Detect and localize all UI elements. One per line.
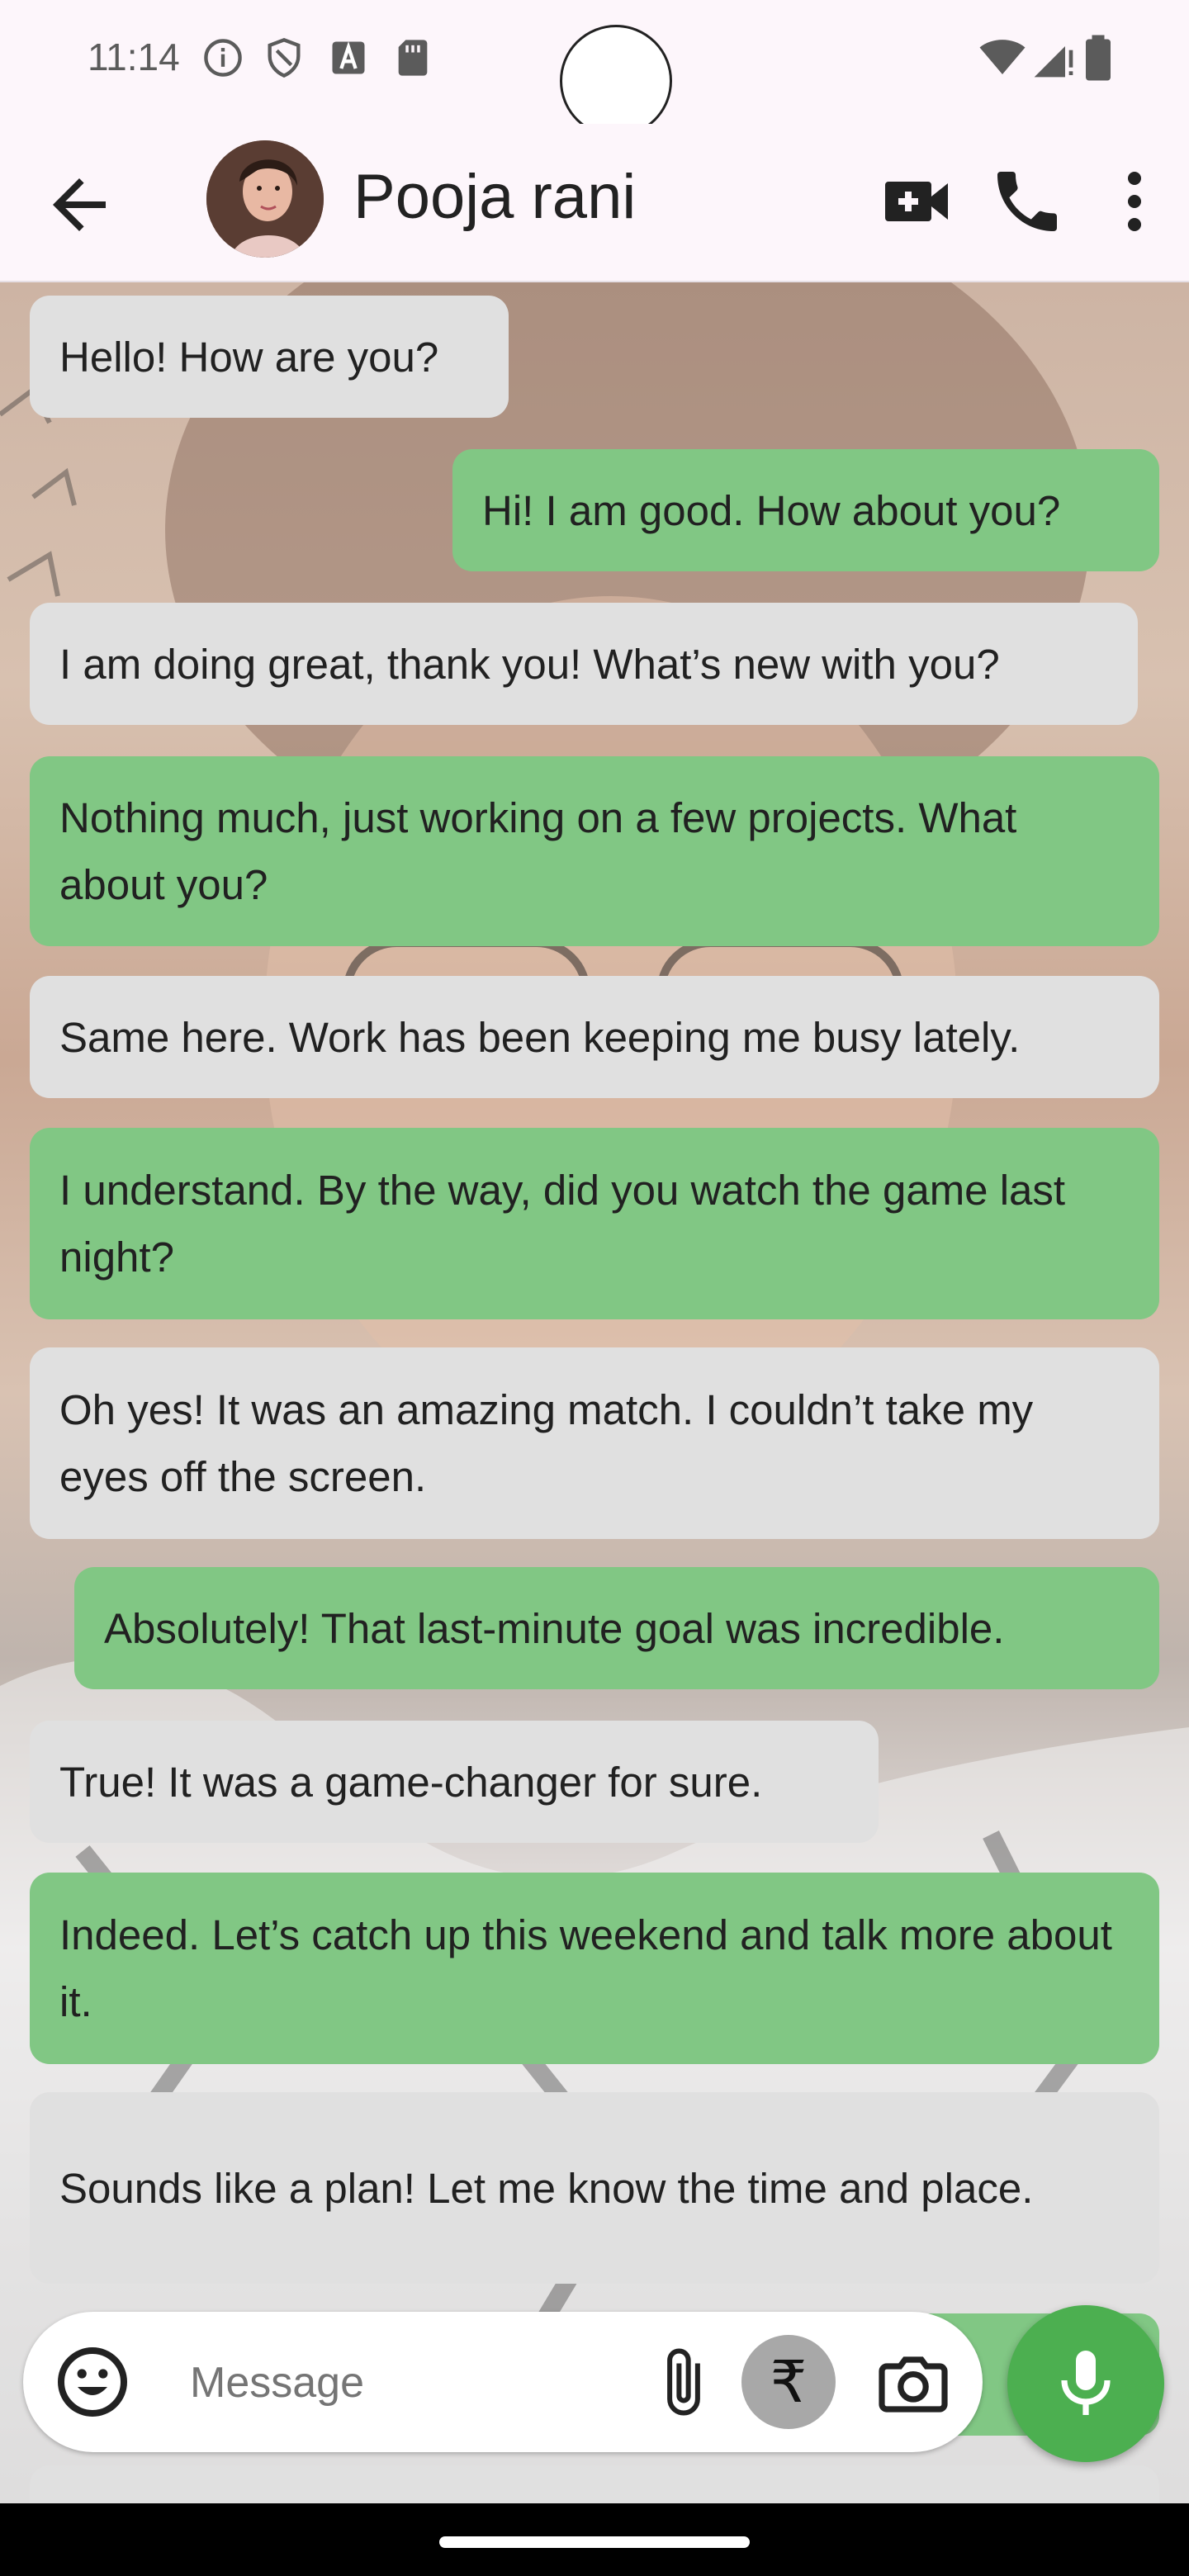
mic-icon (1061, 2351, 1111, 2415)
mic-button[interactable] (1007, 2305, 1164, 2462)
a-icon (332, 41, 365, 74)
sim-icon (398, 40, 428, 76)
info-icon (204, 39, 242, 77)
shield-icon (268, 38, 301, 78)
wifi-icon (979, 40, 1026, 74)
message-bubble-outgoing[interactable]: Nothing much, just working on a few proj… (30, 756, 1159, 946)
avatar[interactable] (206, 140, 324, 258)
payment-button[interactable]: ₹ (741, 2335, 836, 2429)
home-gesture-handle[interactable] (439, 2536, 750, 2548)
system-nav-bar (0, 2503, 1189, 2576)
avatar-image (206, 140, 324, 258)
message-bubble-incoming[interactable]: Oh yes! It was an amazing match. I could… (30, 1347, 1159, 1539)
back-arrow-icon[interactable] (40, 165, 119, 244)
chat-area[interactable]: Hello! How are you? Hi! I am good. How a… (0, 282, 1189, 2503)
message-bubble-outgoing[interactable]: Absolutely! That last-minute goal was in… (74, 1567, 1159, 1689)
emoji-icon[interactable] (53, 2342, 132, 2422)
message-composer: ₹ (23, 2312, 983, 2452)
attach-icon[interactable] (647, 2345, 721, 2419)
message-bubble-outgoing[interactable]: I understand. By the way, did you watch … (30, 1128, 1159, 1319)
chat-header: Pooja rani (0, 124, 1189, 282)
message-bubble-incoming[interactable]: True! It was a game-changer for sure. (30, 1721, 879, 1843)
more-vert-icon[interactable] (1095, 162, 1174, 241)
battery-icon (1086, 35, 1111, 81)
rupee-icon: ₹ (770, 2350, 808, 2414)
video-call-icon[interactable] (879, 162, 958, 241)
contact-name[interactable]: Pooja rani (353, 161, 636, 233)
message-bubble-incoming[interactable]: Same here. Work has been keeping me busy… (30, 976, 1159, 1098)
message-bubble-incoming[interactable]: Hello! How are you? (30, 296, 509, 418)
message-bubble-incoming[interactable] (30, 2465, 1159, 2503)
message-bubble-incoming[interactable]: Sounds like a plan! Let me know the time… (30, 2092, 1159, 2284)
phone-icon[interactable] (988, 162, 1067, 241)
message-bubble-outgoing[interactable]: Hi! I am good. How about you? (452, 449, 1159, 571)
status-time: 11:14 (88, 36, 180, 78)
message-input[interactable] (188, 2345, 621, 2421)
front-camera (560, 25, 672, 137)
status-bar: 11:14 (0, 0, 1189, 137)
message-bubble-incoming[interactable]: I am doing great, thank you! What’s new … (30, 603, 1138, 725)
camera-icon[interactable] (874, 2343, 953, 2422)
signal-icon (1034, 46, 1073, 78)
message-bubble-outgoing[interactable]: Indeed. Let’s catch up this weekend and … (30, 1873, 1159, 2064)
